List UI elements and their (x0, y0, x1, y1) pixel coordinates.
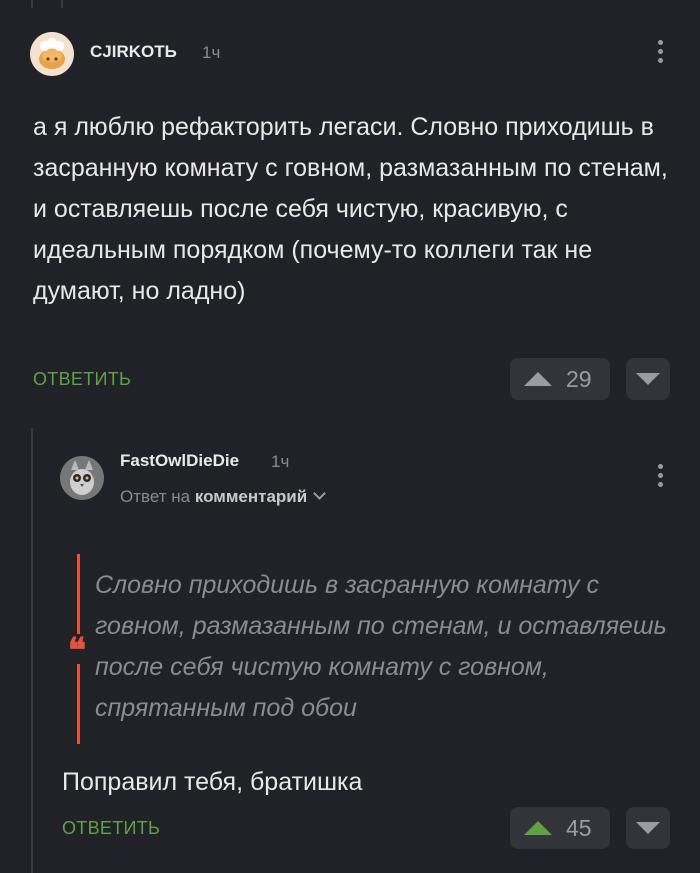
username[interactable]: FastOwlDieDie (120, 451, 239, 471)
answer-to-link[interactable]: Ответ на комментарий (120, 487, 327, 507)
avatar[interactable] (30, 32, 74, 76)
thread-line[interactable] (31, 428, 33, 873)
comment-time: 1ч (202, 43, 221, 62)
rating-count: 29 (566, 365, 592, 392)
upvote-button[interactable]: 29 (510, 358, 610, 400)
reply-button[interactable]: ОТВЕТИТЬ (33, 369, 131, 390)
downvote-arrow-icon (636, 822, 660, 834)
answer-target: комментарий (194, 487, 308, 506)
quote-text: Словно приходишь в засранную комнату с г… (95, 571, 667, 722)
upvote-arrow-icon (524, 821, 552, 835)
comment-text: Поправил тебя, братишка (62, 768, 363, 796)
kebab-menu-icon[interactable] (658, 40, 664, 67)
upvote-arrow-icon (524, 372, 552, 386)
comment-time: 1ч (271, 452, 290, 471)
upvote-button[interactable]: 45 (510, 807, 610, 849)
downvote-button[interactable] (626, 807, 670, 849)
chevron-down-icon (313, 487, 327, 500)
username[interactable]: CJIRKOTЬ (90, 42, 177, 62)
avatar-image (30, 32, 74, 76)
quote-icon: ❝ (66, 631, 88, 671)
thread-line (61, 0, 63, 8)
avatar-image (60, 456, 104, 500)
reply-button[interactable]: ОТВЕТИТЬ (62, 818, 160, 839)
avatar[interactable] (60, 456, 104, 500)
downvote-button[interactable] (626, 358, 670, 400)
comment-text: а я люблю рефакторить легаси. Словно при… (33, 113, 668, 305)
answer-prefix: Ответ на (120, 487, 191, 506)
kebab-menu-icon[interactable] (658, 464, 664, 491)
rating-count: 45 (566, 814, 592, 841)
downvote-arrow-icon (636, 373, 660, 385)
thread-line (31, 0, 33, 8)
